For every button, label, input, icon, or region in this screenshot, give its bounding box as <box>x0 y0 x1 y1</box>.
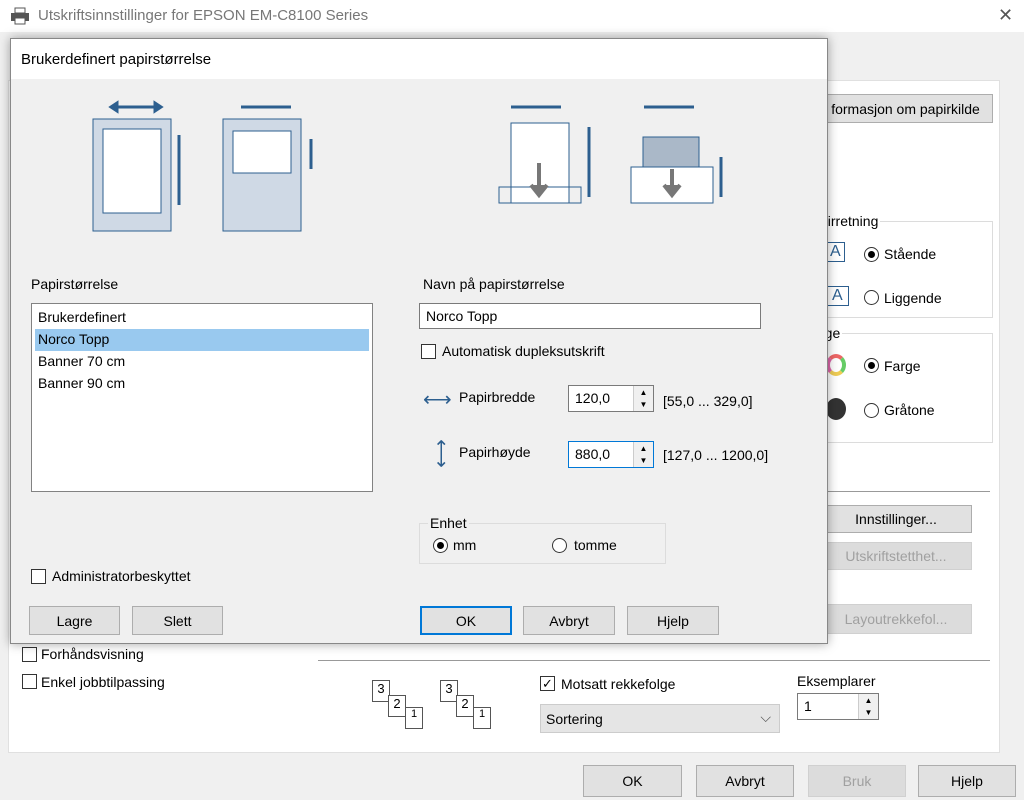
dialog-ok-button[interactable]: OK <box>420 606 512 635</box>
custom-paper-size-dialog: Brukerdefinert papirstørrelse Papirstørr… <box>10 38 828 644</box>
copies-spinner[interactable]: 1 ▲ ▼ <box>797 693 879 720</box>
close-icon[interactable]: ✕ <box>998 5 1013 26</box>
preview-label: Forhåndsvisning <box>41 646 144 662</box>
grayscale-radio[interactable] <box>864 403 879 418</box>
copies-label: Eksemplarer <box>797 673 876 689</box>
collate-icon: 3 2 1 3 2 1 <box>372 680 502 732</box>
paper-size-label: Papirstørrelse <box>31 276 119 292</box>
reverse-order-label: Motsatt rekkefolge <box>561 676 676 692</box>
width-arrow-icon: ⟷ <box>423 389 452 411</box>
chevron-down-icon: ⌵ <box>760 709 771 725</box>
spin-up-icon[interactable]: ▲ <box>640 444 648 453</box>
cancel-button[interactable]: Avbryt <box>696 765 794 797</box>
inch-radio[interactable] <box>552 538 567 553</box>
printer-icon <box>11 7 29 25</box>
admin-checkbox[interactable] <box>31 569 46 584</box>
paper-name-input[interactable]: Norco Topp <box>419 303 761 329</box>
inch-label: tomme <box>574 537 617 553</box>
save-button[interactable]: Lagre <box>29 606 120 635</box>
list-item[interactable]: Banner 90 cm <box>35 373 369 395</box>
simple-job-label: Enkel jobbtilpassing <box>41 674 165 690</box>
portrait-label: Stående <box>884 246 937 262</box>
ok-button[interactable]: OK <box>583 765 682 797</box>
width-spinner[interactable]: 120,0 ▲ ▼ <box>568 385 654 412</box>
mm-radio[interactable] <box>433 538 448 553</box>
height-range: [127,0 ... 1200,0] <box>663 447 769 463</box>
list-item[interactable]: Brukerdefinert <box>35 307 369 329</box>
grayscale-icon <box>826 398 846 420</box>
spin-up-icon[interactable]: ▲ <box>640 388 648 397</box>
portrait-radio[interactable] <box>864 247 879 262</box>
portrait-icon: A <box>826 242 845 262</box>
landscape-label: Liggende <box>884 290 942 306</box>
apply-button[interactable]: Bruk <box>808 765 906 797</box>
divider <box>318 660 990 661</box>
duplex-checkbox[interactable] <box>421 344 436 359</box>
admin-label: Administratorbeskyttet <box>52 568 191 584</box>
height-arrow-icon: ⟷ <box>429 439 452 468</box>
spin-down-icon[interactable]: ▼ <box>640 400 648 409</box>
delete-button[interactable]: Slett <box>132 606 223 635</box>
reverse-order-checkbox[interactable]: ✓ <box>540 676 555 691</box>
list-item-selected[interactable]: Norco Topp <box>35 329 369 351</box>
dialog-help-button[interactable]: Hjelp <box>627 606 719 635</box>
paper-tray-illustration <box>92 100 723 232</box>
grayscale-label: Gråtone <box>884 402 935 418</box>
window-title: Utskriftsinnstillinger for EPSON EM-C810… <box>38 7 369 24</box>
paper-name-label: Navn på papirstørrelse <box>423 276 565 292</box>
preview-checkbox[interactable] <box>22 647 37 662</box>
landscape-icon: A <box>826 286 849 306</box>
window-titlebar: Utskriftsinnstillinger for EPSON EM-C810… <box>0 0 1024 32</box>
spin-up-icon[interactable]: ▲ <box>865 696 873 705</box>
spin-down-icon[interactable]: ▼ <box>640 456 648 465</box>
dialog-title: Brukerdefinert papirstørrelse <box>21 51 212 68</box>
color-radio[interactable] <box>864 358 879 373</box>
simple-job-checkbox[interactable] <box>22 674 37 689</box>
color-label: Farge <box>884 358 921 374</box>
paper-source-button[interactable]: formasjon om papirkilde <box>818 94 993 123</box>
help-button[interactable]: Hjelp <box>918 765 1016 797</box>
color-group: rge <box>805 325 993 443</box>
density-button[interactable]: Utskriftstetthet... <box>820 542 972 570</box>
color-wheel-icon <box>826 354 846 376</box>
width-range: [55,0 ... 329,0] <box>663 393 753 409</box>
dialog-titlebar: Brukerdefinert papirstørrelse <box>11 39 827 79</box>
layout-order-button[interactable]: Layoutrekkefol... <box>820 604 972 634</box>
dialog-cancel-button[interactable]: Avbryt <box>523 606 615 635</box>
list-item[interactable]: Banner 70 cm <box>35 351 369 373</box>
collate-select[interactable]: Sortering ⌵ <box>540 704 780 733</box>
height-label: Papirhøyde <box>459 444 531 460</box>
width-label: Papirbredde <box>459 389 536 405</box>
height-spinner[interactable]: 880,0 ▲ ▼ <box>568 441 654 468</box>
settings-button[interactable]: Innstillinger... <box>820 505 972 533</box>
paper-size-list[interactable]: Brukerdefinert Norco Topp Banner 70 cm B… <box>31 303 373 492</box>
duplex-label: Automatisk dupleksutskrift <box>442 343 605 359</box>
spin-down-icon[interactable]: ▼ <box>865 708 873 717</box>
landscape-radio[interactable] <box>864 290 879 305</box>
mm-label: mm <box>453 537 477 553</box>
